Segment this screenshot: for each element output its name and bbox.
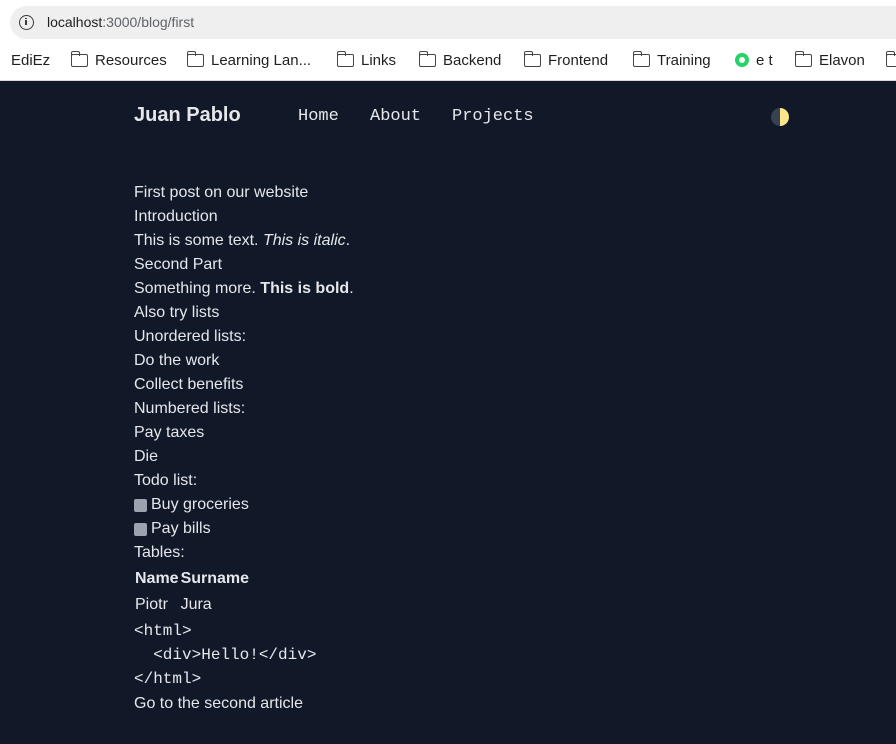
bookmark-label: e t <box>756 51 773 69</box>
table-cell: Piotr <box>135 596 168 613</box>
list-item: Collect benefits <box>134 376 244 393</box>
browser-chrome: localhost:3000/blog/first EdiEz Resource… <box>0 0 896 81</box>
todo-label-text: Buy groceries <box>151 496 249 513</box>
lists-heading: Also try lists <box>134 304 220 321</box>
site-info-icon[interactable] <box>19 15 34 30</box>
address-bar[interactable]: localhost:3000/blog/first <box>10 6 896 39</box>
list-item: Die <box>134 448 159 465</box>
intro-period: . <box>345 232 351 249</box>
bookmark-training[interactable]: Training <box>632 50 711 70</box>
data-table: Name Surname Piotr Jura <box>134 567 250 619</box>
code-line: <html> <box>134 622 192 640</box>
tables-label: Tables: <box>134 544 185 561</box>
intro-italic: This is italic <box>262 232 346 249</box>
bookmark-label: Frontend <box>548 51 609 69</box>
folder-icon <box>885 50 896 67</box>
table-row: Piotr Jura <box>134 591 250 619</box>
bookmark-frontend[interactable]: Frontend <box>523 50 609 70</box>
next-article-link[interactable]: Go to the second article <box>134 692 734 716</box>
todo-label-text: Pay bills <box>151 520 211 537</box>
nav-projects[interactable]: Projects <box>452 107 534 126</box>
todo-label: Todo list: <box>134 472 198 489</box>
second-text: Something more. <box>134 280 256 297</box>
folder-icon <box>632 50 650 67</box>
numbered-label: Numbered lists: <box>134 400 246 417</box>
post-title: First post on our website <box>134 184 309 201</box>
nav-home[interactable]: Home <box>298 107 339 126</box>
todo-checkbox[interactable] <box>134 498 147 512</box>
second-bold: This is bold <box>260 280 350 297</box>
url-host: localhost <box>47 14 103 30</box>
intro-heading: Introduction <box>134 208 218 225</box>
folder-icon <box>336 50 354 67</box>
intro-paragraph: This is some text. This is italic. <box>134 229 734 253</box>
bookmark-resources[interactable]: Resources <box>70 50 167 70</box>
list-item: Pay taxes <box>134 424 205 441</box>
post-content: First post on our website Introduction T… <box>134 181 734 716</box>
bookmark-label: Elavon <box>819 51 865 69</box>
bookmark-backend[interactable]: Backend <box>418 50 502 70</box>
unordered-label: Unordered lists: <box>134 328 247 345</box>
table-header: Name <box>135 570 179 587</box>
second-paragraph: Something more. This is bold. <box>134 277 734 301</box>
code-block: <html> <div>Hello!</div> </html> <box>134 619 734 691</box>
table-header: Surname <box>180 570 250 587</box>
url-text[interactable]: localhost:3000/blog/first <box>47 14 194 30</box>
table-header-row: Name Surname <box>134 567 250 591</box>
bookmark-edie[interactable]: EdiEz <box>11 50 50 70</box>
site-brand[interactable]: Juan Pablo <box>134 104 241 127</box>
code-line: </html> <box>134 670 202 688</box>
bookmark-label: EdiEz <box>11 51 51 69</box>
second-period: . <box>349 280 354 297</box>
bookmark-links[interactable]: Links <box>336 50 397 70</box>
list-item: Do the work <box>134 352 220 369</box>
intro-text: This is some text. <box>134 232 259 249</box>
todo-checkbox[interactable] <box>134 522 147 536</box>
page: Juan Pablo Home About Projects First pos… <box>0 82 896 744</box>
bookmark-label: Backend <box>443 51 502 69</box>
bookmark-et[interactable]: e t <box>735 50 773 70</box>
bookmarks-bar: EdiEz Resources Learning Lan... Links Ba… <box>0 47 896 73</box>
whatsapp-icon <box>735 53 749 67</box>
nav-about[interactable]: About <box>370 107 421 126</box>
folder-icon <box>523 50 541 67</box>
folder-icon <box>418 50 436 67</box>
folder-icon <box>794 50 812 67</box>
url-path: :3000/blog/first <box>102 14 195 30</box>
todo-item: Buy groceries <box>134 493 734 517</box>
code-line: <div>Hello!</div> <box>134 646 317 664</box>
folder-icon <box>70 50 88 67</box>
bookmark-overflow[interactable] <box>885 50 896 70</box>
bookmark-label: Learning Lan... <box>211 51 312 69</box>
bookmark-elavon[interactable]: Elavon <box>794 50 865 70</box>
table-cell: Jura <box>180 596 212 613</box>
theme-toggle-icon[interactable] <box>771 108 789 126</box>
bookmark-learning[interactable]: Learning Lan... <box>186 50 312 70</box>
todo-item: Pay bills <box>134 517 734 541</box>
second-heading: Second Part <box>134 256 223 273</box>
bookmark-label: Training <box>657 51 711 69</box>
bookmark-label: Resources <box>95 51 167 69</box>
folder-icon <box>186 50 204 67</box>
bookmark-label: Links <box>361 51 397 69</box>
